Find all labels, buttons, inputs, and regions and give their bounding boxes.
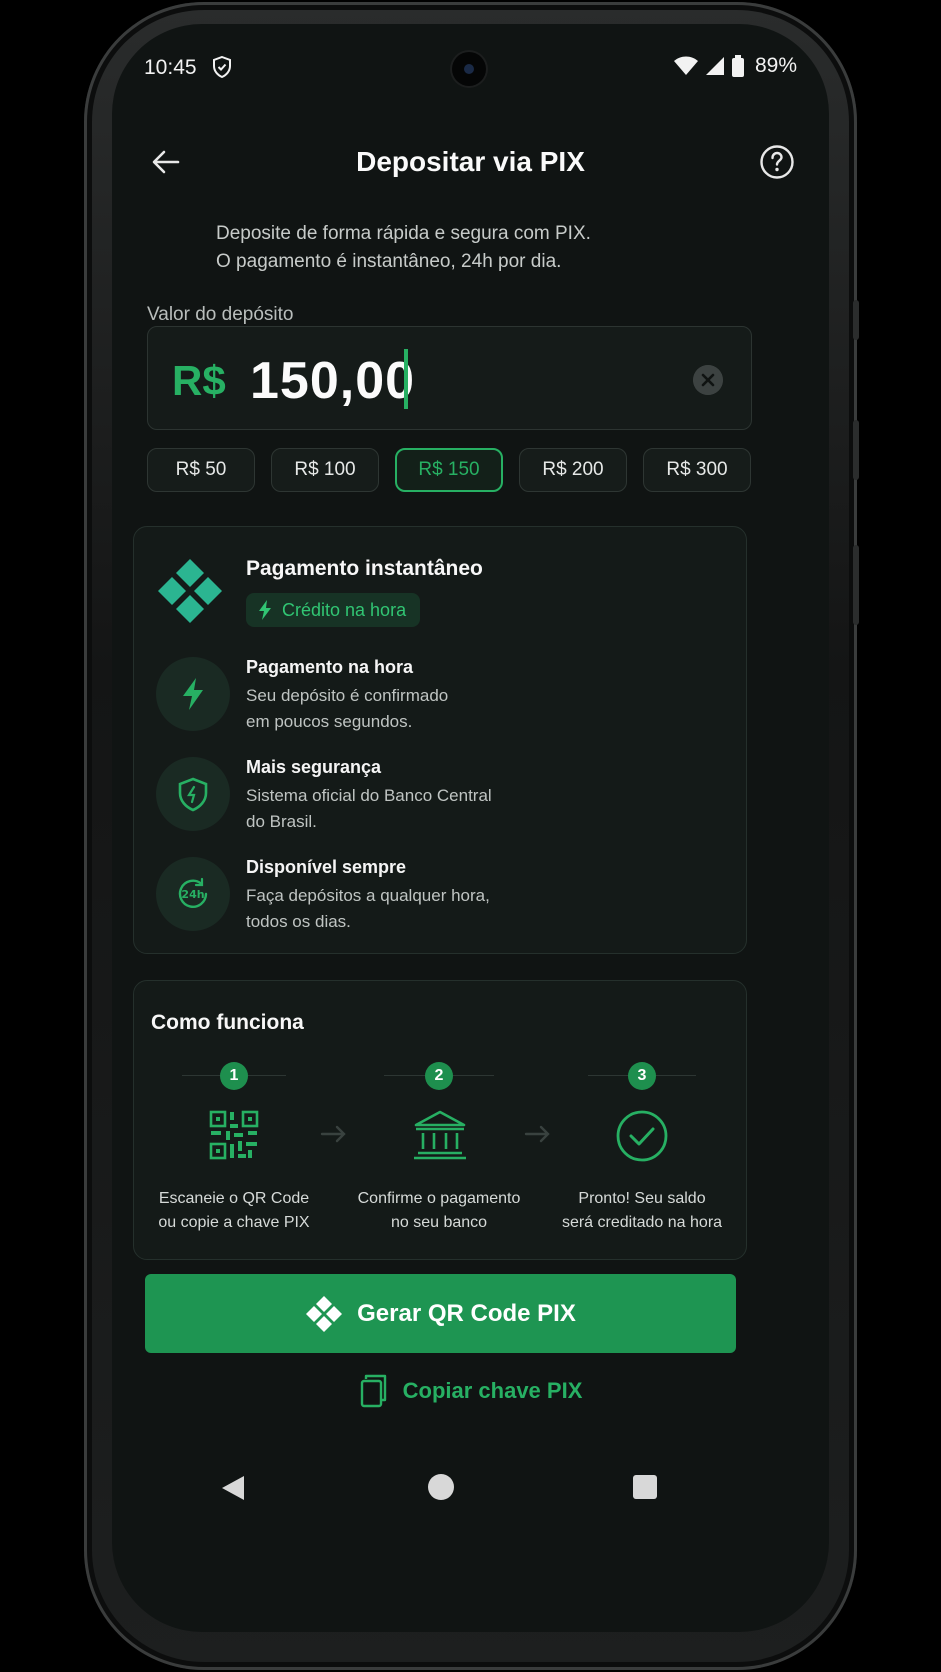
quick-amount-chip[interactable]: R$ 200 — [519, 448, 627, 492]
clock-24h-icon: 24h — [178, 877, 208, 908]
feature-title: Mais segurança — [246, 757, 382, 777]
camera-cutout — [452, 52, 486, 86]
battery-icon — [731, 55, 744, 77]
wifi-icon — [673, 56, 698, 75]
step-label-line: será creditado na hora — [561, 1214, 723, 1231]
intro-line: O pagamento é instantâneo, 24h por dia. — [216, 251, 562, 272]
quick-amount-chip[interactable]: R$ 100 — [271, 448, 379, 492]
status-bar: 10:45 89% — [112, 24, 829, 114]
pix-logo-icon — [306, 1295, 343, 1332]
step-label-line: Pronto! Seu saldo — [578, 1190, 706, 1207]
side-button — [853, 545, 859, 625]
step-number: 2 — [425, 1062, 453, 1090]
feature-description-line: todos os dias. — [246, 912, 351, 931]
generate-qr-label: Gerar QR Code PIX — [357, 1299, 576, 1327]
how-it-works-card: Como funciona 1 2 3 Escaneie o QR Code o… — [133, 980, 747, 1260]
intro-text: Deposite de forma rápida e segura com PI… — [216, 220, 591, 276]
copy-pix-key-label: Copiar chave PIX — [402, 1378, 583, 1403]
step-label-line: ou copie a chave PIX — [158, 1214, 310, 1231]
feature-description: Faça depósitos a qualquer hora, todos os… — [246, 883, 490, 935]
feature-description-line: Sistema oficial do Banco Central — [246, 786, 492, 805]
svg-text:24h: 24h — [181, 888, 204, 901]
step-label-line: no seu banco — [390, 1214, 488, 1231]
signal-icon — [705, 57, 724, 75]
pix-logo-icon — [158, 559, 222, 623]
quick-amount-chip[interactable]: R$ 50 — [147, 448, 255, 492]
feature-icon-badge: 24h — [156, 857, 230, 931]
feature-description-line: do Brasil. — [246, 812, 317, 831]
nav-back-icon[interactable] — [220, 1474, 246, 1502]
qr-code-icon — [209, 1110, 259, 1160]
amount-label: Valor do depósito — [147, 304, 294, 325]
card-title: Pagamento instantâneo — [246, 557, 483, 580]
feature-title: Disponível sempre — [246, 857, 407, 877]
battery-percentage: 89% — [754, 54, 797, 77]
feature-description-line: Seu depósito é confirmado — [246, 686, 449, 705]
side-button — [853, 420, 859, 480]
step-number: 3 — [628, 1062, 656, 1090]
feature-icon-badge — [156, 657, 230, 731]
copy-pix-key-button[interactable]: Copiar chave PIX — [112, 1374, 829, 1408]
amount-value[interactable]: 150,00 — [250, 351, 415, 411]
text-cursor — [404, 349, 408, 409]
shield-icon — [178, 777, 208, 812]
lightning-icon — [183, 678, 203, 710]
clear-icon[interactable] — [693, 365, 723, 395]
quick-amount-chip[interactable]: R$ 300 — [643, 448, 751, 492]
instant-payment-card: Pagamento instantâneo Crédito na hora Pa… — [133, 526, 747, 954]
feature-description-line: Faça depósitos a qualquer hora, — [246, 886, 490, 905]
arrow-right-icon — [320, 1125, 346, 1143]
currency-symbol: R$ — [172, 357, 226, 404]
credit-tag: Crédito na hora — [246, 593, 421, 627]
tag-label: Crédito na hora — [282, 600, 407, 620]
quick-amount-chip-selected[interactable]: R$ 150 — [395, 448, 503, 492]
feature-icon-badge — [156, 757, 230, 831]
quick-amount-chips: R$ 50 R$ 100 R$ 150 R$ 200 R$ 300 — [147, 448, 752, 492]
section-title: Como funciona — [151, 1011, 304, 1034]
screen: 10:45 89% Depositar via PIX Deposite de … — [112, 24, 829, 1632]
intro-line: Deposite de forma rápida e segura com PI… — [216, 223, 591, 244]
bank-icon — [414, 1110, 466, 1160]
step-number: 1 — [220, 1062, 248, 1090]
side-button — [853, 300, 859, 340]
help-icon[interactable] — [759, 144, 795, 180]
amount-input[interactable]: R$ 150,00 — [147, 326, 752, 430]
status-time: 10:45 — [144, 56, 197, 79]
security-shield-icon — [213, 56, 231, 78]
step-label: Pronto! Seu saldo será creditado na hora — [542, 1187, 742, 1235]
copy-icon — [360, 1374, 386, 1408]
step-label: Escaneie o QR Code ou copie a chave PIX — [134, 1187, 334, 1235]
nav-home-icon[interactable] — [428, 1474, 454, 1500]
step-label: Confirme o pagamento no seu banco — [339, 1187, 539, 1235]
lightning-icon — [259, 600, 271, 620]
feature-description: Sistema oficial do Banco Central do Bras… — [246, 783, 492, 835]
feature-description: Seu depósito é confirmado em poucos segu… — [246, 683, 448, 735]
page-title: Depositar via PIX — [356, 146, 585, 177]
arrow-right-icon — [524, 1125, 550, 1143]
android-navigation-bar — [112, 1464, 829, 1544]
step-label-line: Confirme o pagamento — [357, 1190, 521, 1207]
nav-recents-icon[interactable] — [633, 1475, 657, 1499]
check-circle-icon — [616, 1110, 668, 1162]
step-label-line: Escaneie o QR Code — [158, 1190, 310, 1207]
system-icons: 89% — [673, 54, 797, 78]
feature-description-line: em poucos segundos. — [246, 712, 413, 731]
generate-qr-button[interactable]: Gerar QR Code PIX — [145, 1274, 736, 1353]
feature-title: Pagamento na hora — [246, 657, 414, 677]
